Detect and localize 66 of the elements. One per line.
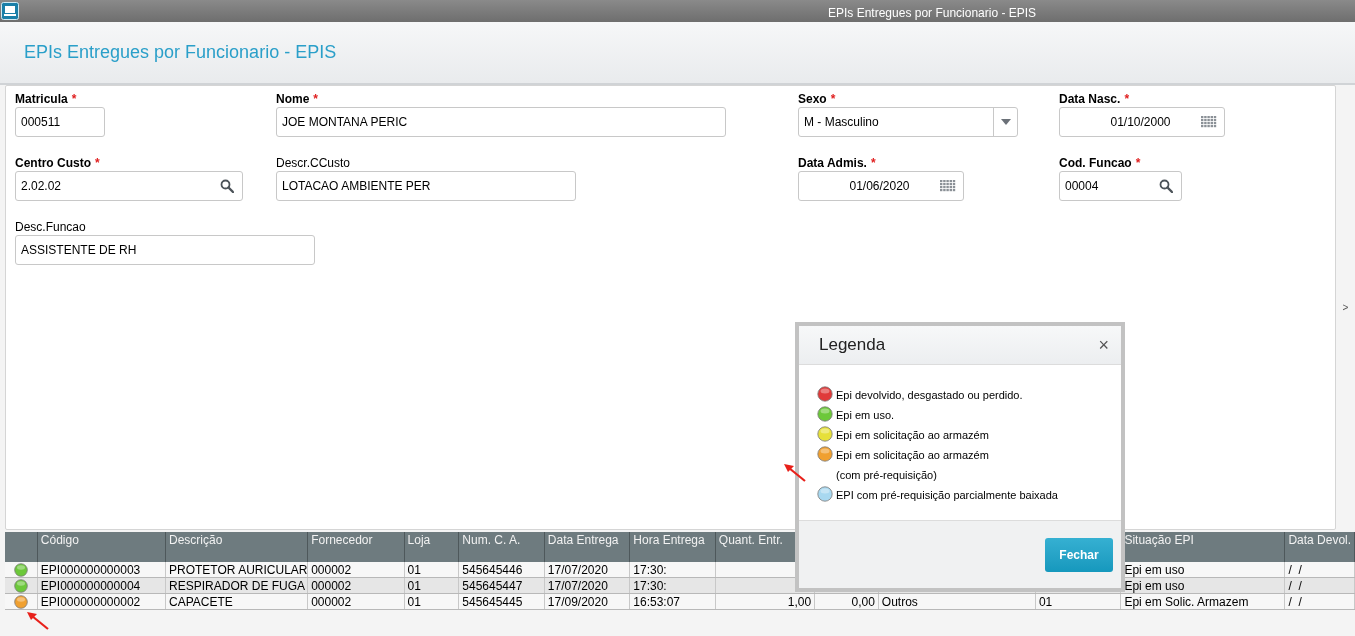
field-label: Centro Custo * <box>15 156 101 170</box>
field-label: Data Admis. * <box>798 156 877 170</box>
caret-icon <box>1000 119 1011 125</box>
table-cell: 01 <box>404 562 460 577</box>
table-cell: 545645447 <box>459 578 545 593</box>
field-label: Desc.Funcao <box>15 220 87 234</box>
table-cell: 000002 <box>308 578 405 593</box>
table-cell: 000002 <box>308 594 405 609</box>
date-field[interactable]: 01/06/2020 <box>798 171 964 201</box>
side-toggle[interactable]: > <box>1336 85 1355 530</box>
field-label: Nome * <box>276 92 319 106</box>
pointer-arrow-icon <box>783 463 807 483</box>
calendar-icon[interactable] <box>1201 116 1217 128</box>
table-cell: Epi em Solic. Armazem <box>1121 594 1286 609</box>
table-cell: 000002 <box>308 562 405 577</box>
input-field[interactable]: ASSISTENTE DE RH <box>15 235 315 265</box>
input-field[interactable]: LOTACAO AMBIENTE PER <box>276 171 576 201</box>
legend-label: Epi em uso. <box>836 408 895 423</box>
date-field[interactable]: 01/10/2000 <box>1059 107 1225 137</box>
table-cell: 17:30: <box>630 578 716 593</box>
table-cell: 17/09/2020 <box>544 594 631 609</box>
table-cell: / / <box>1285 594 1355 609</box>
table-cell: Outros <box>878 594 1036 609</box>
search-icon[interactable] <box>1159 179 1173 193</box>
close-button[interactable]: × <box>1098 336 1109 354</box>
calendar-icon[interactable] <box>940 180 956 192</box>
table-cell: / / <box>1285 562 1355 577</box>
table-cell: 01 <box>404 594 460 609</box>
field-label: Descr.CCusto <box>276 156 352 170</box>
legend-label: Epi em solicitação ao armazém <box>836 448 989 463</box>
window-title: EPIs Entregues por Funcionario - EPIS <box>828 5 1037 22</box>
table-cell: RESPIRADOR DE FUGA <box>166 578 309 593</box>
legend-label: EPI com pré-requisição parcialmente baixada <box>836 488 1058 503</box>
legend-label: Epi em solicitação ao armazém <box>836 428 989 443</box>
table-cell: 545645446 <box>459 562 545 577</box>
field-label: Sexo * <box>798 92 837 106</box>
page-title: EPIs Entregues por Funcionario - EPIS <box>24 41 337 64</box>
table-cell: PROTETOR AURICULAR <box>166 562 309 577</box>
table-cell: 0,00 <box>815 594 879 609</box>
table-cell: 1,00 <box>715 594 816 609</box>
input-field[interactable]: 000511 <box>15 107 105 137</box>
input-field[interactable]: JOE MONTANA PERIC <box>276 107 726 137</box>
table-cell: 17:30: <box>630 562 716 577</box>
search-icon[interactable] <box>220 179 234 193</box>
table-cell: EPI000000000004 <box>37 578 167 593</box>
lookup-field[interactable]: 2.02.02 <box>15 171 243 201</box>
legend-label: Epi devolvido, desgastado ou perdido. <box>836 388 1023 403</box>
table-cell: 17/07/2020 <box>544 578 631 593</box>
dropdown-field[interactable]: M - Masculino <box>798 107 1018 137</box>
lookup-field[interactable]: 00004 <box>1059 171 1182 201</box>
table-cell: 01 <box>1035 594 1122 609</box>
table-cell: 545645445 <box>459 594 545 609</box>
table-cell: EPI000000000002 <box>37 594 167 609</box>
table-cell: 16:53:07 <box>630 594 716 609</box>
legend-note: (com pré-requisição) <box>836 468 938 483</box>
pointer-arrow-icon <box>26 611 50 631</box>
field-label: Matricula * <box>15 92 78 106</box>
field-label: Data Nasc. * <box>1059 92 1131 106</box>
table-cell: / / <box>1285 578 1355 593</box>
field-label: Cod. Funcao * <box>1059 156 1142 170</box>
table-cell: 17/07/2020 <box>544 562 631 577</box>
dialog-title: Legenda <box>819 334 886 357</box>
table-cell: CAPACETE <box>166 594 309 609</box>
table-cell: 01 <box>404 578 460 593</box>
app-icon <box>1 2 19 20</box>
table-cell: EPI000000000003 <box>37 562 167 577</box>
